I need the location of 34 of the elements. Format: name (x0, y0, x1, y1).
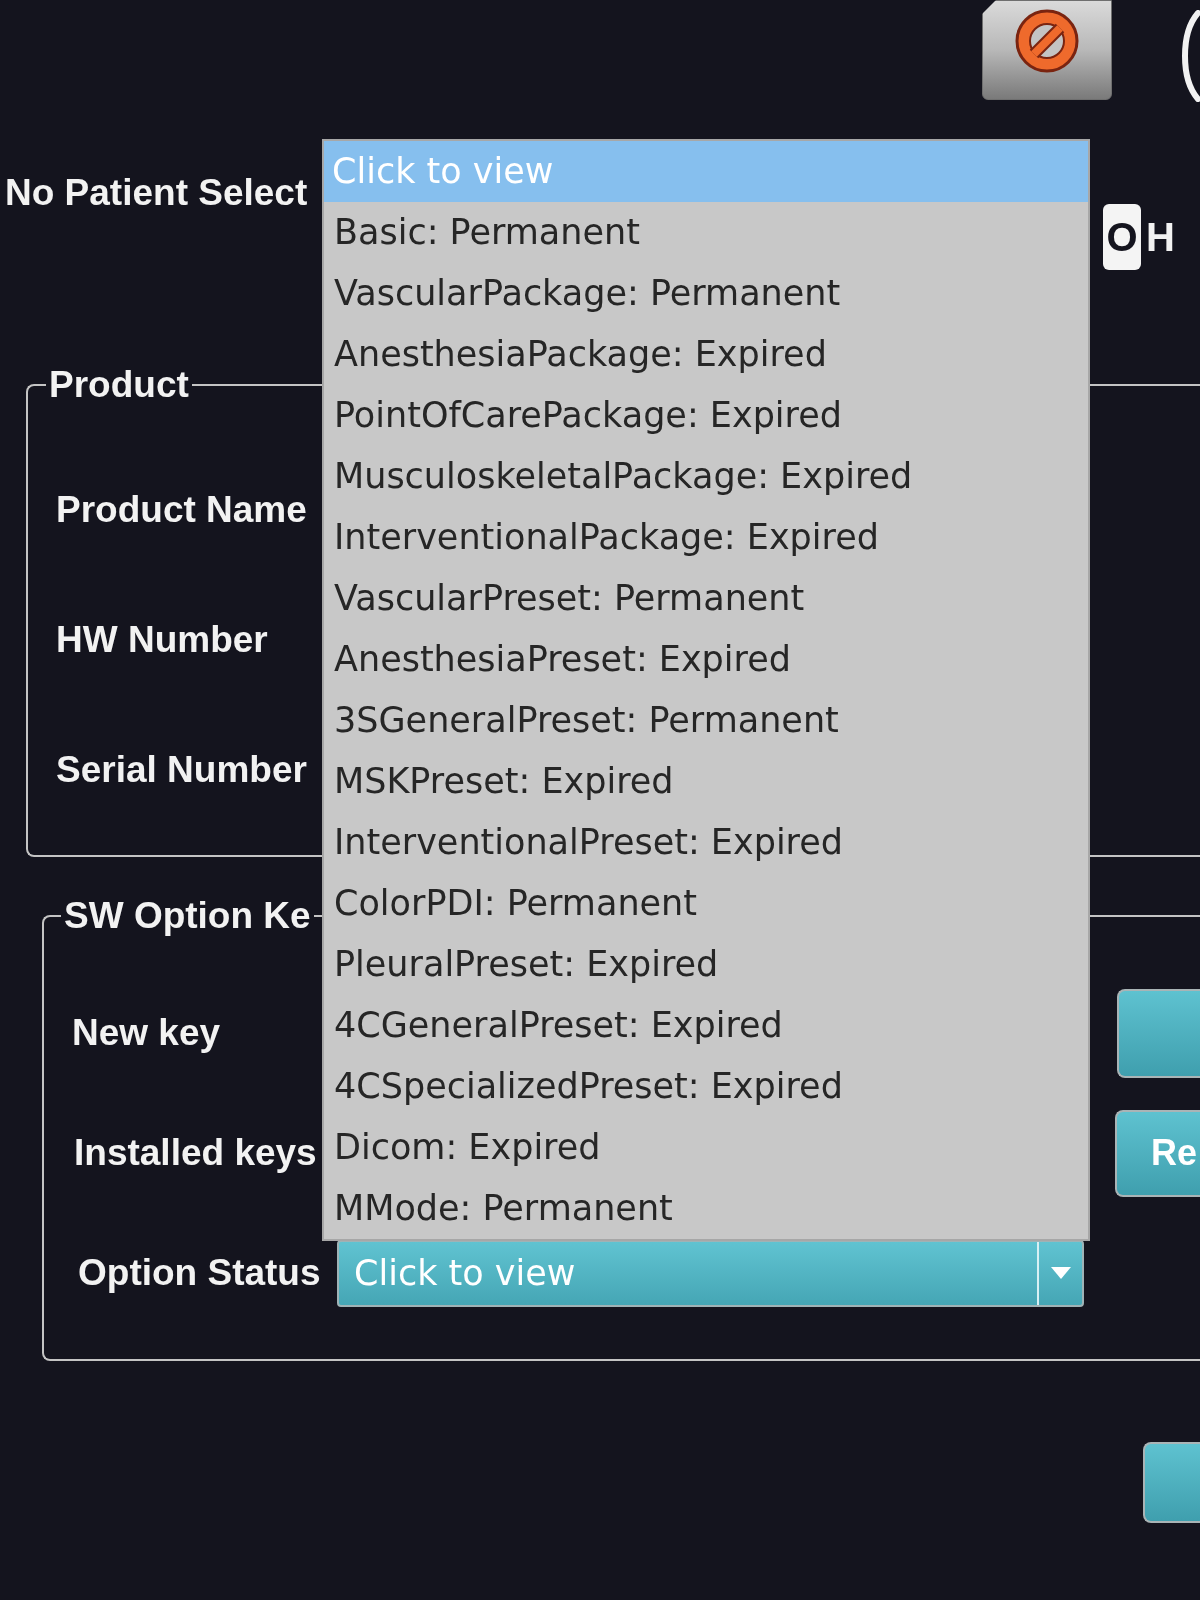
option-item[interactable]: PointOfCarePackage: Expired (324, 385, 1088, 446)
option-item[interactable]: MSKPreset: Expired (324, 751, 1088, 812)
action-button[interactable] (1117, 988, 1200, 1078)
option-item[interactable]: Dicom: Expired (324, 1117, 1088, 1178)
section-legend: SW Option Ke (61, 894, 314, 938)
caret-icon (1050, 1267, 1071, 1279)
option-item[interactable]: ColorPDI: Permanent (324, 873, 1088, 934)
option-item[interactable]: VascularPreset: Permanent (324, 568, 1088, 629)
prohibited-icon (1015, 9, 1079, 73)
option-item[interactable]: AnesthesiaPackage: Expired (324, 324, 1088, 385)
status-letter: H (1146, 214, 1175, 261)
option-item[interactable]: 4CGeneralPreset: Expired (324, 995, 1088, 1056)
action-button[interactable] (1143, 1442, 1200, 1523)
option-item[interactable]: InterventionalPackage: Expired (324, 507, 1088, 568)
field-label: HW Number (56, 618, 268, 663)
option-item[interactable]: PleuralPreset: Expired (324, 934, 1088, 995)
field-label: Option Status (78, 1251, 322, 1296)
arc-icon (1182, 10, 1200, 102)
letter-badge: O (1103, 204, 1142, 270)
option-item[interactable]: MusculoskeletalPackage: Expired (324, 446, 1088, 507)
option-item[interactable]: MMode: Permanent (324, 1178, 1088, 1239)
option-item[interactable]: 3SGeneralPreset: Permanent (324, 690, 1088, 751)
field-label: Installed keys (74, 1131, 317, 1176)
field-label: Product Name (56, 488, 307, 533)
option-item[interactable]: Basic: Permanent (324, 202, 1088, 263)
patient-status: No Patient Select (5, 171, 308, 215)
section-legend: Product (46, 363, 192, 407)
option-item[interactable]: InterventionalPreset: Expired (324, 812, 1088, 873)
option-item[interactable]: AnesthesiaPreset: Expired (324, 629, 1088, 690)
option-item[interactable]: VascularPackage: Permanent (324, 263, 1088, 324)
option-item[interactable]: 4CSpecializedPreset: Expired (324, 1056, 1088, 1117)
field-label: New key (72, 1011, 221, 1056)
prohibit-button[interactable] (982, 0, 1112, 100)
field-label: Serial Number (56, 748, 307, 793)
